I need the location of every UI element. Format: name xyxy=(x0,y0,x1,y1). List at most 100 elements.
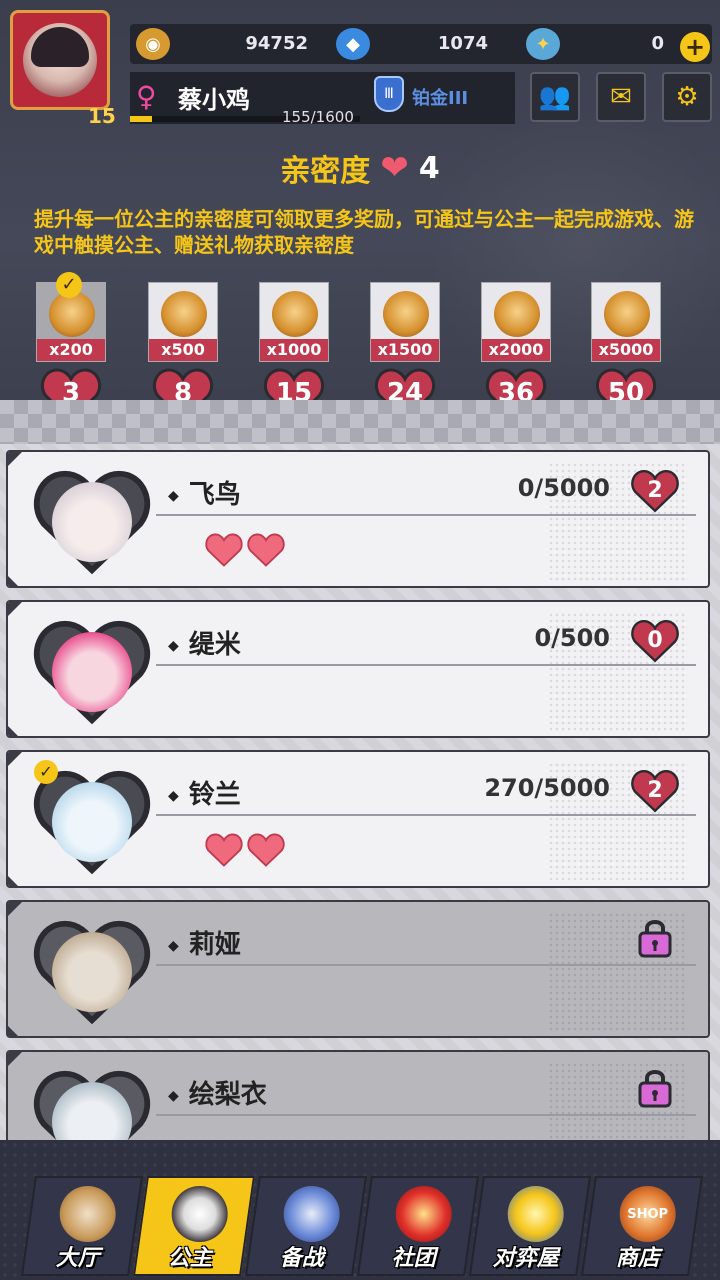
bottom-nav: 大厅 公主 备战 社团 对弈屋 SHOP 商店 xyxy=(0,1140,720,1280)
nav-club-label: 社团 xyxy=(391,1246,436,1271)
card-corner xyxy=(8,724,20,736)
card-corner xyxy=(8,452,24,468)
reward-box: x5000 xyxy=(591,282,661,362)
princess-name: 飞鸟 xyxy=(188,480,241,510)
intimacy-level: 2 xyxy=(647,477,663,503)
coin-count: 94752 xyxy=(245,33,308,54)
fish-can-icon xyxy=(604,291,650,337)
card-corner xyxy=(8,874,20,886)
nav-prepare[interactable]: 备战 xyxy=(244,1176,368,1276)
princess-face xyxy=(52,632,132,712)
reward-amount: x1000 xyxy=(260,339,328,361)
reward-box: x1000 xyxy=(259,282,329,362)
card-divider xyxy=(156,514,696,516)
diamond-bullet-icon: ◆ xyxy=(168,937,179,954)
player-avatar[interactable] xyxy=(10,10,110,110)
card-divider xyxy=(156,1114,696,1116)
princess-face-icon xyxy=(171,1186,228,1242)
mail-icon: ✉ xyxy=(610,82,632,112)
heart-icon xyxy=(246,532,286,568)
diamond-bullet-icon: ◆ xyxy=(168,787,179,804)
intimacy-level-badge: 2 xyxy=(630,468,680,514)
nav-arena-label: 对弈屋 xyxy=(492,1246,559,1271)
player-info-bar: ♀ 蔡小鸡 Ⅲ 铂金III 155/1600 xyxy=(130,72,515,126)
intimacy-progress: 0/5000 xyxy=(517,474,610,502)
princess-card[interactable]: ◆ 飞鸟 0/5000 2 xyxy=(6,450,710,588)
reward-box: x500 xyxy=(148,282,218,362)
exp-text: 155/1600 xyxy=(282,108,354,126)
nav-prepare-label: 备战 xyxy=(279,1246,324,1271)
card-divider xyxy=(156,664,696,666)
intimacy-heart-count: 4 xyxy=(418,150,440,186)
ticket-resource: ✦ 0 + xyxy=(526,28,712,62)
fish-can-icon xyxy=(494,291,540,337)
nav-hall[interactable]: 大厅 xyxy=(20,1176,144,1276)
nav-club[interactable]: 社团 xyxy=(356,1176,480,1276)
nav-hall-label: 大厅 xyxy=(55,1246,100,1271)
card-corner xyxy=(8,1052,24,1068)
princess-card[interactable]: ✓ ◆ 铃兰 270/5000 2 xyxy=(6,750,710,888)
reward-item[interactable]: x1500 xyxy=(370,282,440,362)
princess-name: 缇米 xyxy=(188,630,241,660)
princess-portrait xyxy=(28,906,156,1034)
card-corner xyxy=(8,1024,20,1036)
princess-face xyxy=(52,932,132,1012)
card-corner xyxy=(8,574,20,586)
heart-row xyxy=(204,532,286,568)
princess-card[interactable]: ◆ 莉娅 xyxy=(6,900,710,1038)
check-icon: ✓ xyxy=(56,272,82,298)
nav-shop[interactable]: SHOP 商店 xyxy=(580,1176,704,1276)
card-corner xyxy=(8,602,24,618)
princess-name: 绘梨衣 xyxy=(188,1080,267,1110)
reward-item[interactable]: x1000 xyxy=(259,282,329,362)
fish-can-icon xyxy=(383,291,429,337)
intimacy-progress: 0/500 xyxy=(534,624,610,652)
reward-amount: x500 xyxy=(149,339,217,361)
reward-item[interactable]: x5000 xyxy=(591,282,661,362)
rank-label: 铂金III xyxy=(412,88,469,109)
reward-item[interactable]: x500 xyxy=(148,282,218,362)
princess-name: 莉娅 xyxy=(188,930,241,960)
coin-resource: ◉ 94752 xyxy=(136,28,316,60)
lock-icon xyxy=(638,1066,672,1108)
diamond-icon: ◆ xyxy=(336,28,370,60)
fish-can-icon xyxy=(272,291,318,337)
intimacy-description: 提升每一位公主的亲密度可领取更多奖励，可通过与公主一起完成游戏、游戏中触摸公主、… xyxy=(34,207,694,257)
princess-name: 铃兰 xyxy=(188,780,241,810)
reward-amount: x1500 xyxy=(371,339,439,361)
intimacy-level: 0 xyxy=(647,627,663,653)
heart-icon xyxy=(246,832,286,868)
princess-portrait xyxy=(28,606,156,734)
reward-amount: x2000 xyxy=(482,339,550,361)
fish-can-icon xyxy=(49,291,95,337)
add-ticket-button[interactable]: + xyxy=(680,32,710,62)
nav-princess[interactable]: 公主 xyxy=(132,1176,256,1276)
princess-face xyxy=(52,782,132,862)
princess-card[interactable]: ◆ 缇米 0/500 0 xyxy=(6,600,710,738)
reward-item[interactable]: x200 ✓ xyxy=(36,272,106,362)
princess-name-row: ◆ 铃兰 xyxy=(168,774,241,811)
princess-face xyxy=(52,482,132,562)
friends-button[interactable]: 👥 xyxy=(530,72,580,122)
trophy-orb-icon xyxy=(507,1186,564,1242)
intimacy-level: 2 xyxy=(647,777,663,803)
reward-item[interactable]: x2000 xyxy=(481,282,551,362)
princess-name-row: ◆ 莉娅 xyxy=(168,924,241,961)
resource-bar: ◉ 94752 ◆ 1074 ✦ 0 + xyxy=(130,24,712,64)
intimacy-level-badge: 0 xyxy=(630,618,680,664)
intimacy-title: 亲密度 xyxy=(280,154,371,189)
exp-bar-fill xyxy=(130,116,153,122)
diamond-resource: ◆ 1074 xyxy=(336,28,496,60)
reward-amount: x5000 xyxy=(592,339,660,361)
nav-princess-label: 公主 xyxy=(167,1246,212,1271)
check-icon: ✓ xyxy=(34,760,58,784)
crossed-swords-icon xyxy=(59,1186,116,1242)
mail-button[interactable]: ✉ xyxy=(596,72,646,122)
friends-icon: 👥 xyxy=(538,82,572,112)
heart-icon xyxy=(204,532,244,568)
diamond-bullet-icon: ◆ xyxy=(168,637,179,654)
settings-button[interactable]: ⚙ xyxy=(662,72,712,122)
card-divider xyxy=(156,964,696,966)
nav-arena[interactable]: 对弈屋 xyxy=(468,1176,592,1276)
card-corner xyxy=(8,902,24,918)
